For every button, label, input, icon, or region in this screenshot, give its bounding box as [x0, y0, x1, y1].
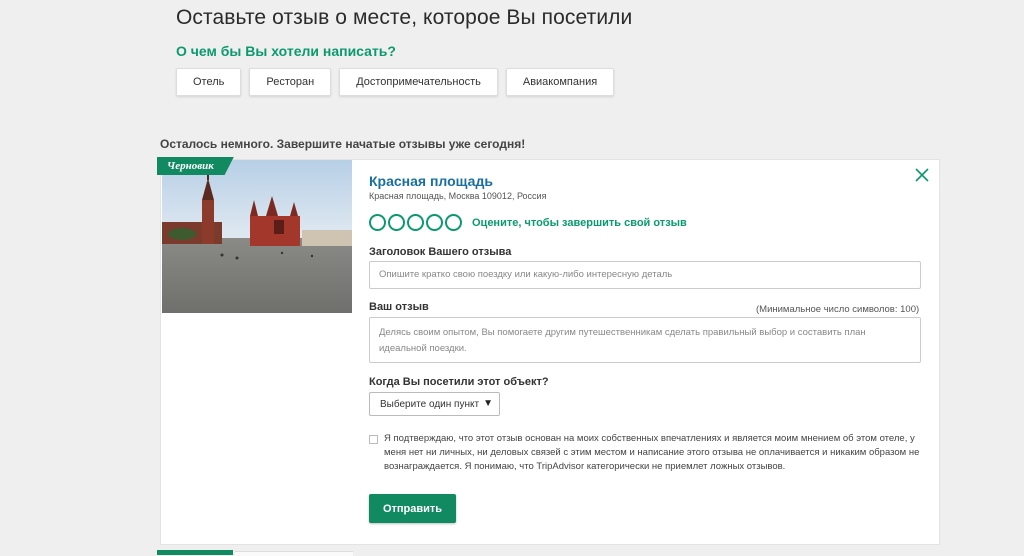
category-restaurant-button[interactable]: Ресторан	[249, 68, 332, 96]
draft-reminder-text: Осталось немного. Завершите начатые отзы…	[160, 137, 526, 151]
next-draft-tag	[157, 550, 233, 555]
review-title-label: Заголовок Вашего отзыва	[369, 246, 512, 258]
rating-bubble-4[interactable]	[426, 214, 443, 231]
visit-date-label: Когда Вы посетили этот объект?	[369, 376, 549, 388]
review-body-textarea[interactable]: Делясь своим опытом, Вы помогаете другим…	[369, 317, 921, 363]
draft-tag: Черновик	[157, 157, 234, 175]
close-icon[interactable]	[913, 166, 931, 184]
category-attraction-button[interactable]: Достопримечательность	[339, 68, 498, 96]
visit-date-select[interactable]: Выберите один пункт ▼	[369, 392, 500, 416]
rating-bubble-5[interactable]	[445, 214, 462, 231]
next-draft-card	[235, 551, 353, 556]
category-hotel-button[interactable]: Отель	[176, 68, 242, 96]
rating-prompt: Оцените, чтобы завершить свой отзыв	[472, 216, 687, 229]
review-title-input[interactable]: Опишите кратко свою поездку или какую-ли…	[369, 261, 921, 289]
rating-bubble-1[interactable]	[369, 214, 386, 231]
place-photo	[162, 160, 352, 313]
page-title: Оставьте отзыв о месте, которое Вы посет…	[176, 6, 633, 29]
review-body-label: Ваш отзыв	[369, 301, 429, 313]
rating-bubble-2[interactable]	[388, 214, 405, 231]
rating-bubbles: Оцените, чтобы завершить свой отзыв	[369, 214, 687, 231]
place-address: Красная площадь, Москва 109012, Россия	[369, 191, 547, 201]
consent-text: Я подтверждаю, что этот отзыв основан на…	[384, 433, 920, 472]
rating-bubble-3[interactable]	[407, 214, 424, 231]
consent-checkbox[interactable]	[369, 435, 378, 444]
submit-button[interactable]: Отправить	[369, 494, 456, 523]
triangle-down-icon: ▼	[483, 398, 493, 409]
place-name-link[interactable]: Красная площадь	[369, 173, 493, 189]
page-subtitle: О чем бы Вы хотели написать?	[176, 43, 396, 59]
min-chars-hint: (Минимальное число символов: 100)	[756, 304, 920, 315]
category-airline-button[interactable]: Авиакомпания	[505, 68, 615, 96]
category-buttons: Отель Ресторан Достопримечательность Ави…	[176, 68, 615, 96]
visit-date-select-value: Выберите один пункт	[380, 398, 480, 410]
